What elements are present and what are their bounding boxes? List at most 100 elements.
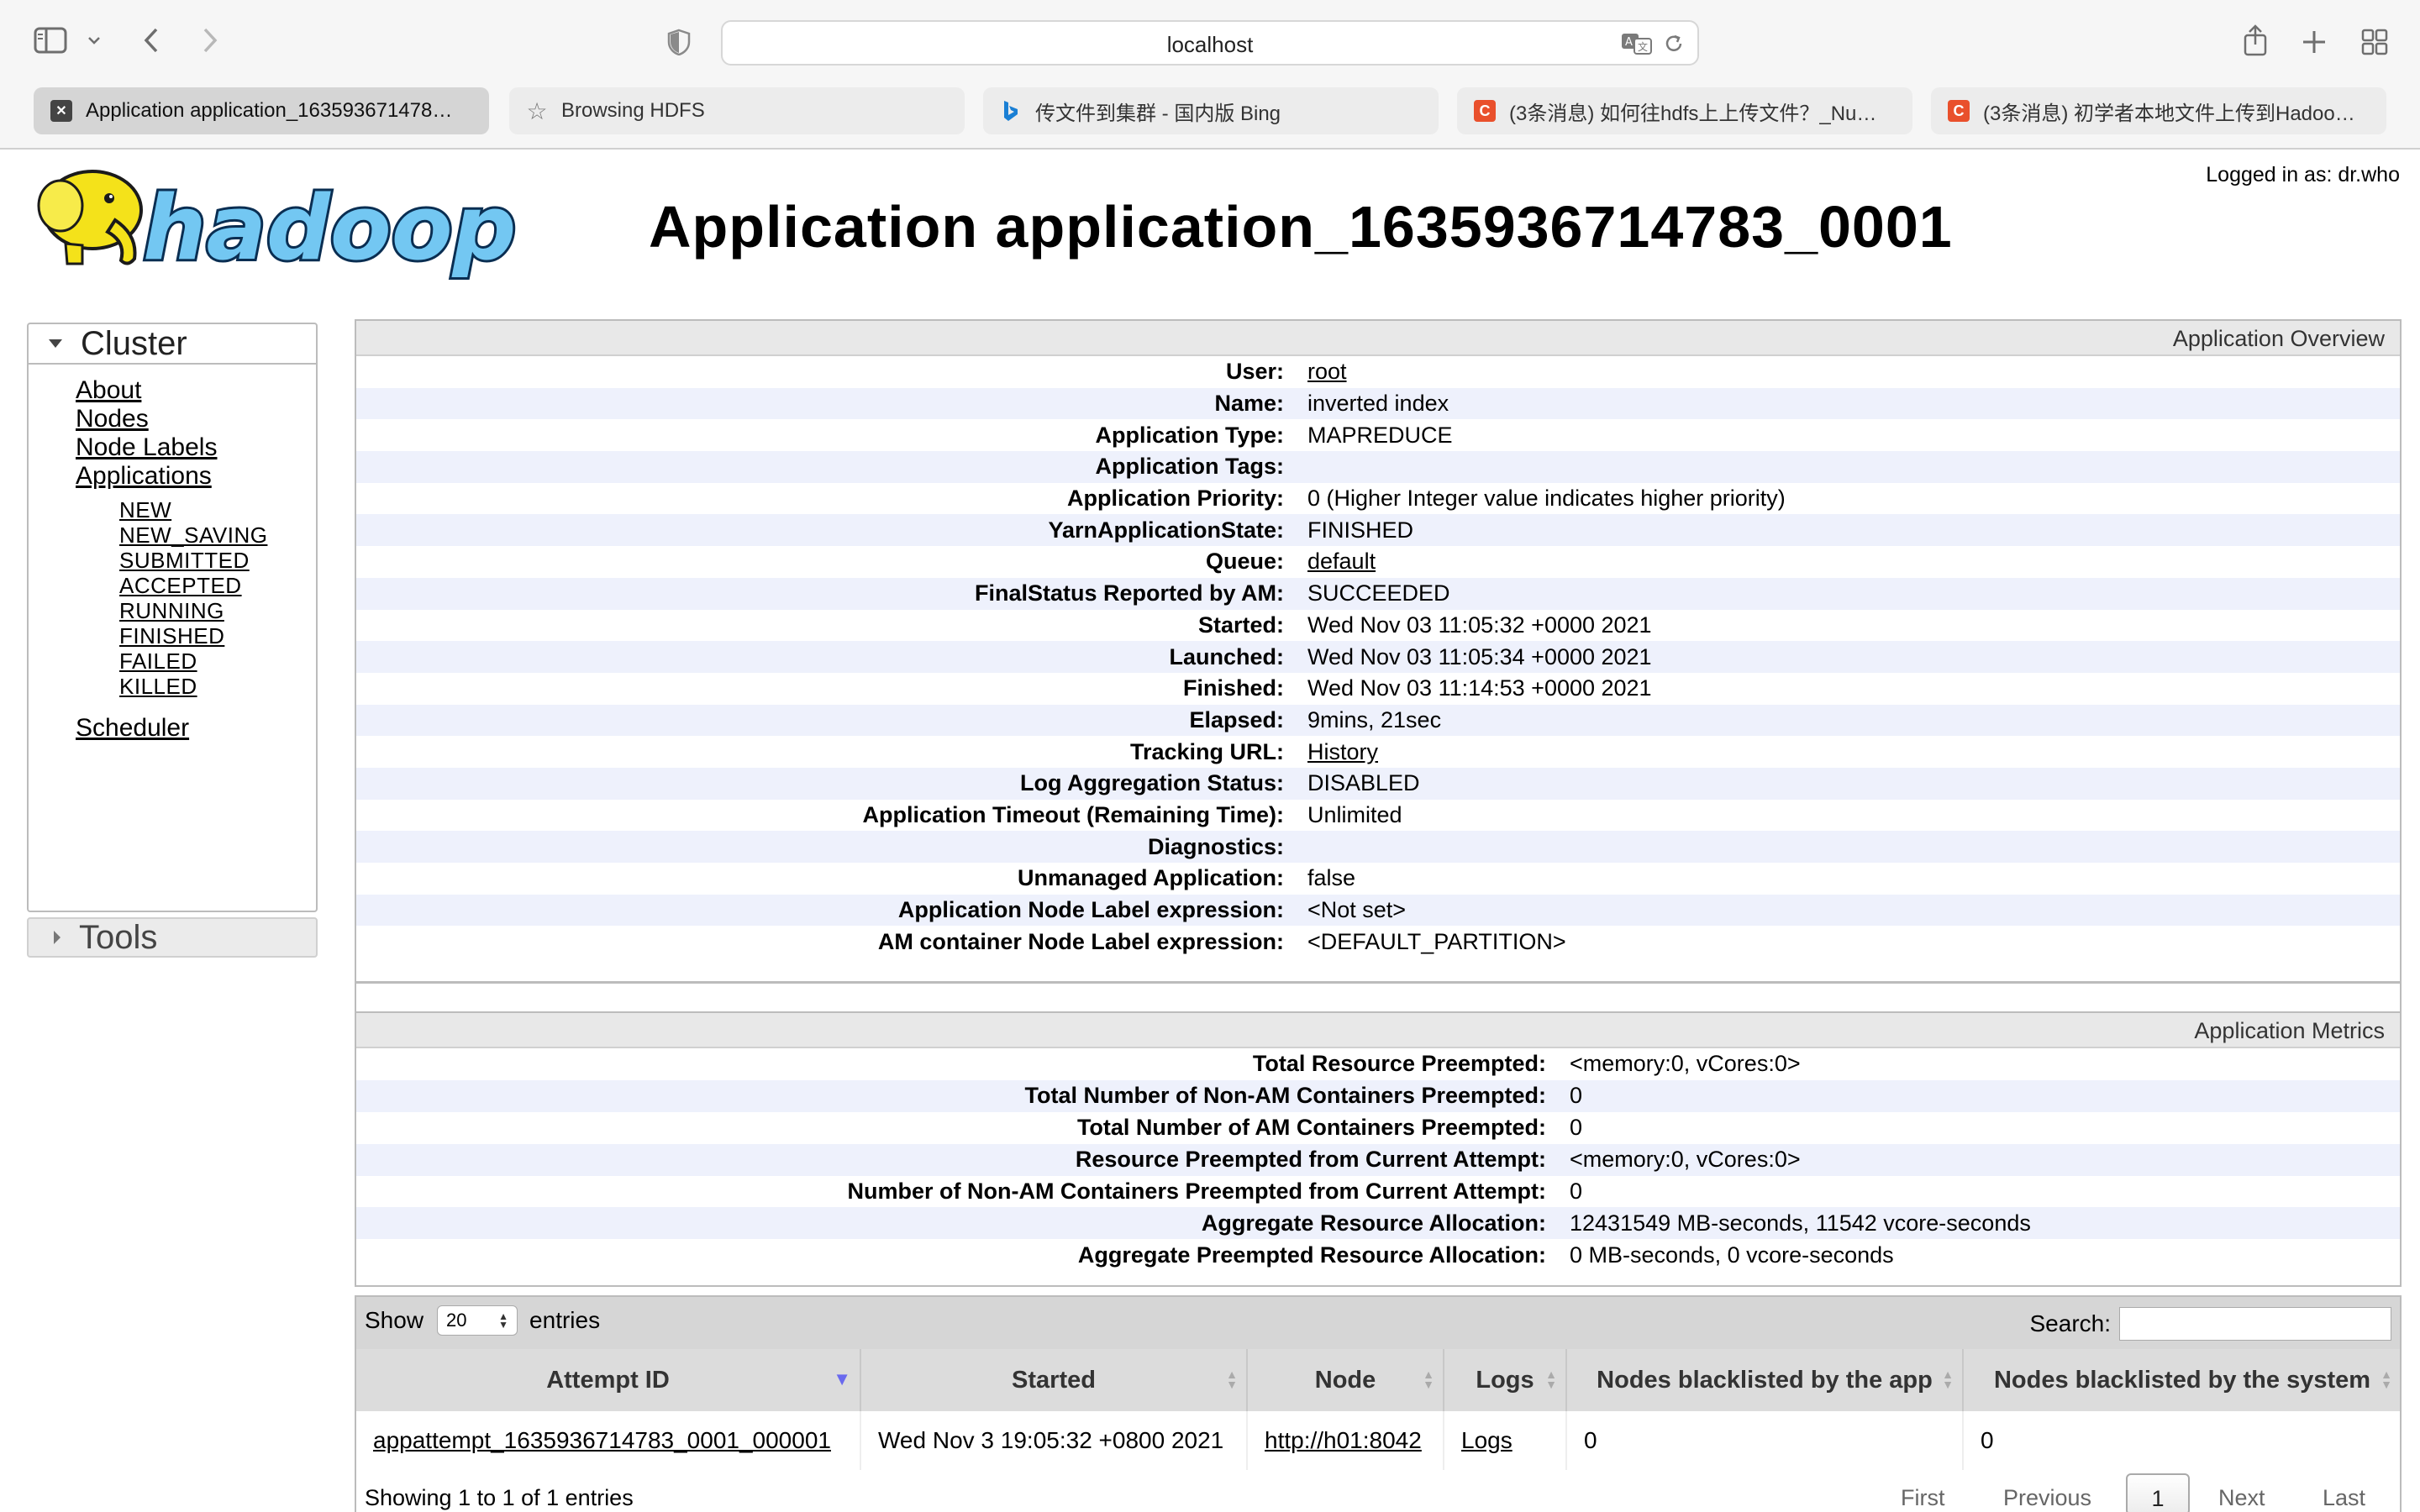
sort-icon: ▲ ▼ — [1423, 1368, 1434, 1391]
column-header-attempt-id[interactable]: Attempt ID ▼ — [356, 1349, 861, 1411]
hadoop-logo[interactable]: hadoop — [27, 160, 531, 286]
pager-last[interactable]: Last — [2323, 1485, 2365, 1511]
info-key: User: — [1225, 359, 1284, 385]
nav-link-scheduler[interactable]: Scheduler — [76, 714, 189, 743]
close-tab-icon[interactable]: ✕ — [50, 100, 72, 122]
cell-blacklisted-app: 0 — [1566, 1411, 1964, 1470]
info-row: Number of Non-AM Containers Preempted fr… — [356, 1175, 2400, 1208]
share-icon[interactable] — [2238, 22, 2272, 59]
browser-tab-csdn-2[interactable]: C (3条消息) 初学者本地文件上传到Hadoo… — [1931, 87, 2386, 134]
info-key: Number of Non-AM Containers Preempted fr… — [847, 1179, 1546, 1204]
table-row: appattempt_1635936714783_0001_000001 Wed… — [356, 1411, 2400, 1470]
info-value: inverted index — [1307, 391, 1449, 417]
search-input[interactable] — [2119, 1307, 2391, 1341]
csdn-icon: C — [1948, 100, 1970, 122]
info-key: Queue: — [1205, 549, 1284, 575]
info-row: Finished: Wed Nov 03 11:14:53 +0000 2021 — [356, 672, 2400, 705]
pager-previous[interactable]: Previous — [2003, 1485, 2091, 1511]
pager-current-page[interactable]: 1 — [2126, 1473, 2190, 1512]
back-arrow-icon[interactable] — [134, 24, 168, 57]
attempts-table-controls: Show 20 ▲ ▼ entries Search: — [356, 1297, 2400, 1349]
application-overview-panel: Application Overview User: root Name: inver… — [355, 319, 2402, 1112]
info-value-link[interactable]: History — [1307, 739, 1378, 764]
nav-cluster-header[interactable]: Cluster — [29, 324, 316, 365]
tab-label: Application application_163593671478… — [86, 99, 453, 122]
cell-blacklisted-system: 0 — [1963, 1411, 2400, 1470]
info-row: Diagnostics: — [356, 831, 2400, 863]
info-value-link[interactable]: default — [1307, 549, 1376, 574]
privacy-shield-icon[interactable] — [666, 27, 692, 57]
nav-link-about[interactable]: About — [76, 376, 141, 405]
info-value: default — [1307, 549, 2400, 575]
translate-icon[interactable]: A文 — [1620, 32, 1654, 55]
info-key: Launched: — [1169, 643, 1284, 669]
browser-tab-csdn-1[interactable]: C (3条消息) 如何往hdfs上上传文件？_Nu… — [1457, 87, 1912, 134]
nav-state-new[interactable]: NEW — [119, 497, 171, 523]
cell-logs: Logs — [1444, 1411, 1567, 1470]
info-key: Application Node Label expression: — [897, 897, 1284, 923]
attempts-table-footer: Showing 1 to 1 of 1 entries First Previo… — [356, 1470, 2400, 1512]
nav-state-finished[interactable]: FINISHED — [119, 623, 224, 649]
logs-link[interactable]: Logs — [1461, 1427, 1512, 1453]
info-row: AM container Node Label expression: <DEFA… — [356, 926, 2400, 958]
tab-label: Browsing HDFS — [561, 99, 705, 122]
info-value-link[interactable]: root — [1307, 359, 1347, 384]
attempts-table-panel: Show 20 ▲ ▼ entries Search: Attempt ID ▼ S… — [355, 1295, 2402, 1512]
nav-state-failed[interactable]: FAILED — [119, 648, 197, 675]
info-value: 0 — [1570, 1179, 1583, 1204]
tab-label: 传文件到集群 - 国内版 Bing — [1035, 102, 1281, 125]
info-value: DISABLED — [1307, 770, 1420, 796]
info-key: Resource Preempted from Current Attempt: — [1075, 1147, 1546, 1173]
info-key: Aggregate Preempted Resource Allocation: — [1077, 1242, 1546, 1268]
info-row: Aggregate Resource Allocation: 12431549 M… — [356, 1207, 2400, 1240]
page-size-select[interactable]: 20 ▲ ▼ — [437, 1305, 518, 1336]
chevron-down-icon[interactable] — [84, 30, 104, 50]
nav-state-new-saving[interactable]: NEW_SAVING — [119, 522, 267, 549]
nav-state-submitted[interactable]: SUBMITTED — [119, 548, 250, 574]
browser-tab-application[interactable]: ✕ Application application_163593671478… — [34, 87, 489, 134]
pager-next[interactable]: Next — [2218, 1485, 2265, 1511]
info-row: Tracking URL: History — [356, 736, 2400, 768]
star-icon: ☆ — [526, 97, 548, 124]
pager-first[interactable]: First — [1901, 1485, 1944, 1511]
nav-link-applications[interactable]: Applications — [76, 462, 212, 491]
nav-state-accepted[interactable]: ACCEPTED — [119, 573, 242, 599]
nav-state-running[interactable]: RUNNING — [119, 598, 224, 624]
forward-arrow-icon[interactable] — [193, 24, 227, 57]
nav-tools-header[interactable]: Tools — [27, 917, 318, 958]
column-header-started[interactable]: Started ▲ ▼ — [860, 1349, 1248, 1411]
nav-state-killed[interactable]: KILLED — [119, 674, 197, 700]
node-link[interactable]: http://h01:8042 — [1265, 1427, 1422, 1453]
csdn-icon: C — [1474, 100, 1496, 122]
info-value: MAPREDUCE — [1307, 422, 1453, 448]
browser-tab-browsing-hdfs[interactable]: ☆ Browsing HDFS — [509, 87, 965, 134]
column-header-label: Logs — [1476, 1366, 1534, 1394]
attempt-id-link[interactable]: appattempt_1635936714783_0001_000001 — [373, 1427, 831, 1453]
nav-tools-label: Tools — [79, 918, 158, 956]
tab-overview-icon[interactable] — [2358, 25, 2391, 59]
column-header-node[interactable]: Node ▲ ▼ — [1247, 1349, 1444, 1411]
info-value: <Not set> — [1307, 897, 1407, 923]
sort-icon: ▲ ▼ — [1545, 1368, 1557, 1391]
nav-link-nodes[interactable]: Nodes — [76, 405, 149, 433]
sidebar-toggle-icon[interactable] — [32, 25, 69, 55]
caret-right-icon — [54, 931, 60, 944]
column-header-label: Attempt ID — [546, 1366, 670, 1394]
reload-icon[interactable] — [1662, 32, 1686, 55]
address-bar[interactable]: localhost A文 — [721, 20, 1699, 66]
tab-strip: ✕ Application application_163593671478… … — [0, 84, 2420, 150]
application-overview-caption: Application Overview — [356, 321, 2400, 356]
application-metrics-caption: Application Metrics — [356, 1013, 2400, 1048]
nav-link-node-labels[interactable]: Node Labels — [76, 433, 217, 462]
cell-attempt-id: appattempt_1635936714783_0001_000001 — [356, 1411, 861, 1470]
new-tab-plus-icon[interactable] — [2297, 25, 2331, 59]
info-value: 0 MB-seconds, 0 vcore-seconds — [1570, 1242, 1894, 1268]
info-key: Unmanaged Application: — [1017, 865, 1284, 891]
application-metrics-rows: Total Resource Preempted: <memory:0, vCor… — [356, 1048, 2400, 1272]
browser-tab-bing[interactable]: 传文件到集群 - 国内版 Bing — [983, 87, 1439, 134]
column-header-blacklisted-system[interactable]: Nodes blacklisted by the system ▲ ▼ — [1963, 1349, 2400, 1411]
sort-icon: ▲ ▼ — [1226, 1368, 1238, 1391]
column-header-logs[interactable]: Logs ▲ ▼ — [1444, 1349, 1567, 1411]
svg-text:文: 文 — [1638, 40, 1648, 53]
column-header-blacklisted-app[interactable]: Nodes blacklisted by the app ▲ ▼ — [1566, 1349, 1964, 1411]
